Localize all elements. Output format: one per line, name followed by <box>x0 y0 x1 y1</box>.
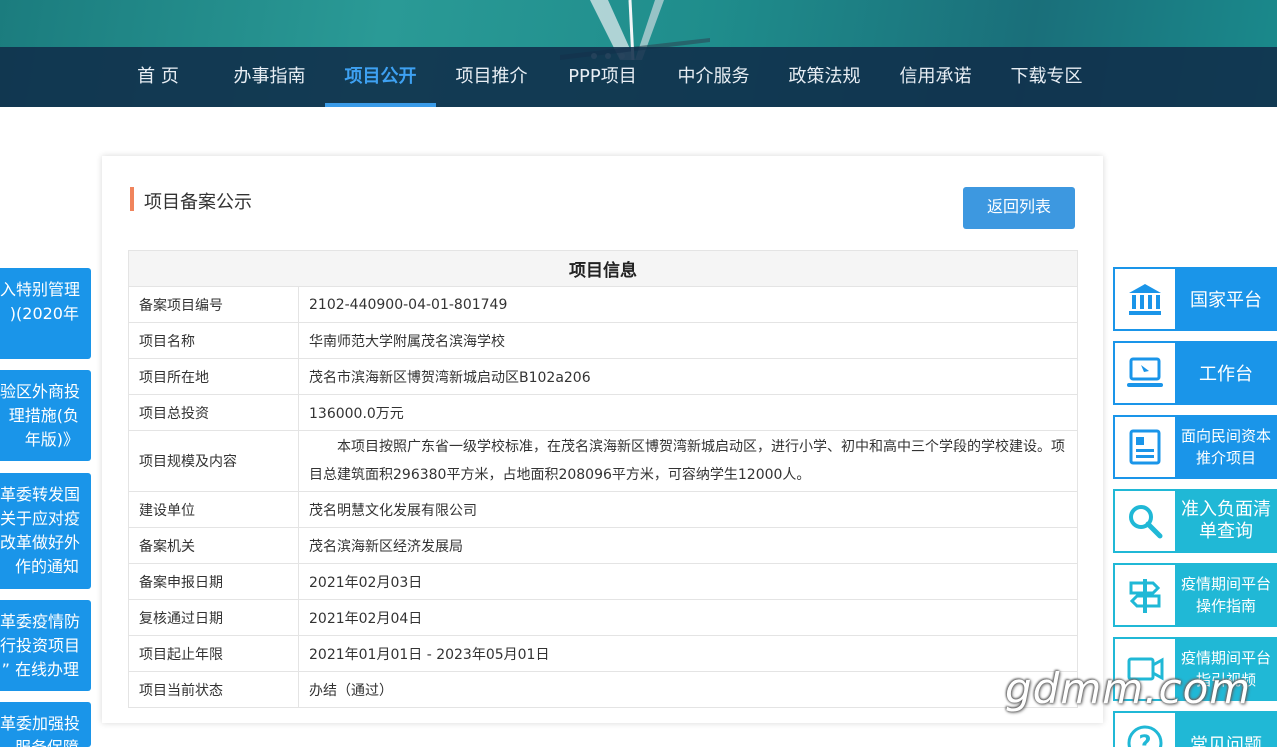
nav-item-policy[interactable]: 政策法规 <box>769 47 880 107</box>
row-value: 华南师范大学附属茂名滨海学校 <box>298 322 1078 359</box>
row-label: 项目规模及内容 <box>128 430 299 492</box>
sidebar-item-label: 国家平台 <box>1190 290 1262 311</box>
sidebar-national-platform[interactable]: 国家平台 <box>1113 267 1277 331</box>
title-accent-bar <box>130 187 134 211</box>
row-value: 茂名滨海新区经济发展局 <box>298 527 1078 564</box>
document-icon <box>1115 417 1175 477</box>
news-tab-line: 革委转发国 <box>0 485 81 504</box>
row-value: 办结（通过） <box>298 671 1078 708</box>
back-to-list-button[interactable]: 返回列表 <box>963 187 1075 229</box>
table-row: 复核通过日期 2021年02月04日 <box>128 599 1078 636</box>
row-label: 备案机关 <box>128 527 299 564</box>
table-row: 备案项目编号 2102-440900-04-01-801749 <box>128 286 1078 323</box>
news-tab-line: 革委疫情防 <box>0 612 81 631</box>
sidebar-private-capital[interactable]: 面向民间资本推介项目 <box>1113 415 1277 479</box>
row-label: 建设单位 <box>128 491 299 528</box>
sidebar-item-label: 疫情期间平台操作指南 <box>1180 575 1271 615</box>
table-row: 项目当前状态 办结（通过） <box>128 671 1078 708</box>
news-tab-line: 改革做好外 <box>0 533 81 552</box>
table-row: 备案机关 茂名滨海新区经济发展局 <box>128 527 1078 564</box>
table-row: 项目所在地 茂名市滨海新区博贺湾新城启动区B102a206 <box>128 358 1078 395</box>
table-title: 项目信息 <box>128 250 1078 287</box>
signpost-icon <box>1115 565 1175 625</box>
news-tab-1[interactable]: 入特别管理 )(2020年 <box>0 268 91 359</box>
computer-icon <box>1115 343 1175 403</box>
news-tab-3[interactable]: 革委转发国 关于应对疫 改革做好外 作的通知 <box>0 473 91 589</box>
bank-icon <box>1115 269 1175 329</box>
table-row: 建设单位 茂名明慧文化发展有限公司 <box>128 491 1078 528</box>
row-value: 2021年02月03日 <box>298 563 1078 600</box>
sidebar-item-label: 面向民间资本推介项目 <box>1180 427 1271 467</box>
table-row: 备案申报日期 2021年02月03日 <box>128 563 1078 600</box>
sidebar-item-label: 准入负面清单查询 <box>1181 499 1271 542</box>
sidebar-item-label: 工作台 <box>1199 364 1253 385</box>
row-label: 项目所在地 <box>128 358 299 395</box>
row-value: 2021年02月04日 <box>298 599 1078 636</box>
nav-item-ppp[interactable]: PPP项目 <box>547 47 658 107</box>
row-value: 本项目按照广东省一级学校标准，在茂名滨海新区博贺湾新城启动区，进行小学、初中和高… <box>298 430 1078 492</box>
news-tab-line: 入特别管理 <box>0 280 81 299</box>
table-row: 项目总投资 136000.0万元 <box>128 394 1078 431</box>
row-label: 备案项目编号 <box>128 286 299 323</box>
news-tab-line: )(2020年 <box>9 304 79 323</box>
news-tab-4[interactable]: 革委疫情防 行投资项目 ” 在线办理 <box>0 600 91 691</box>
row-value: 茂名市滨海新区博贺湾新城启动区B102a206 <box>298 358 1078 395</box>
sidebar-negative-list[interactable]: 准入负面清单查询 <box>1113 489 1277 553</box>
nav-item-home[interactable]: 首 页 <box>112 47 204 107</box>
news-tab-line: 理措施(负 <box>8 406 79 425</box>
nav-item-agency[interactable]: 中介服务 <box>658 47 769 107</box>
row-label: 备案申报日期 <box>128 563 299 600</box>
row-label: 项目当前状态 <box>128 671 299 708</box>
sidebar-workbench[interactable]: 工作台 <box>1113 341 1277 405</box>
news-tab-line: 年版)》 <box>24 430 79 449</box>
header-banner: 首 页 办事指南 项目公开 项目推介 PPP项目 中介服务 政策法规 信用承诺 … <box>0 0 1277 107</box>
row-label: 项目名称 <box>128 322 299 359</box>
news-tab-line: 验区外商投 <box>0 382 81 401</box>
row-value: 136000.0万元 <box>298 394 1078 431</box>
nav-item-guide[interactable]: 办事指南 <box>214 47 325 107</box>
news-tab-2[interactable]: 验区外商投 理措施(负 年版)》 <box>0 370 91 461</box>
question-icon: ? <box>1115 713 1175 747</box>
sidebar-item-label: 常见问题 <box>1190 735 1262 747</box>
news-tab-line: 行投资项目 <box>0 636 81 655</box>
card-title: 项目备案公示 <box>144 192 252 213</box>
svg-text:?: ? <box>1139 732 1152 747</box>
row-label: 项目总投资 <box>128 394 299 431</box>
row-label: 复核通过日期 <box>128 599 299 636</box>
sidebar-faq[interactable]: ? 常见问题 <box>1113 711 1277 747</box>
row-label: 项目起止年限 <box>128 635 299 672</box>
project-detail-card: 项目备案公示 返回列表 项目信息 备案项目编号 2102-440900-04-0… <box>102 156 1103 723</box>
news-tab-line: 关于应对疫 <box>0 509 81 528</box>
news-tab-line: 革委加强投 <box>0 714 81 733</box>
nav-item-project-public[interactable]: 项目公开 <box>325 47 436 107</box>
project-info-table: 项目信息 备案项目编号 2102-440900-04-01-801749 项目名… <box>128 250 1078 708</box>
news-tab-line: 作的通知 <box>14 557 79 576</box>
nav-item-credit[interactable]: 信用承诺 <box>880 47 991 107</box>
nav-item-download[interactable]: 下载专区 <box>991 47 1102 107</box>
news-tab-5[interactable]: 革委加强投 服务保障 <box>0 702 91 747</box>
table-row: 项目规模及内容 本项目按照广东省一级学校标准，在茂名滨海新区博贺湾新城启动区，进… <box>128 430 1078 492</box>
nav-active-indicator <box>325 103 436 107</box>
sidebar-operation-guide[interactable]: 疫情期间平台操作指南 <box>1113 563 1277 627</box>
nav-item-project-promo[interactable]: 项目推介 <box>436 47 547 107</box>
table-row: 项目起止年限 2021年01月01日 - 2023年05月01日 <box>128 635 1078 672</box>
main-nav: 首 页 办事指南 项目公开 项目推介 PPP项目 中介服务 政策法规 信用承诺 … <box>0 47 1277 107</box>
news-tab-line: 服务保障 <box>0 736 91 747</box>
search-icon <box>1115 491 1175 551</box>
watermark-logo: gdmm.com <box>1005 664 1252 713</box>
row-value: 2021年01月01日 - 2023年05月01日 <box>298 635 1078 672</box>
row-value: 茂名明慧文化发展有限公司 <box>298 491 1078 528</box>
row-value: 2102-440900-04-01-801749 <box>298 286 1078 323</box>
news-tab-line: ” 在线办理 <box>1 660 79 679</box>
table-row: 项目名称 华南师范大学附属茂名滨海学校 <box>128 322 1078 359</box>
